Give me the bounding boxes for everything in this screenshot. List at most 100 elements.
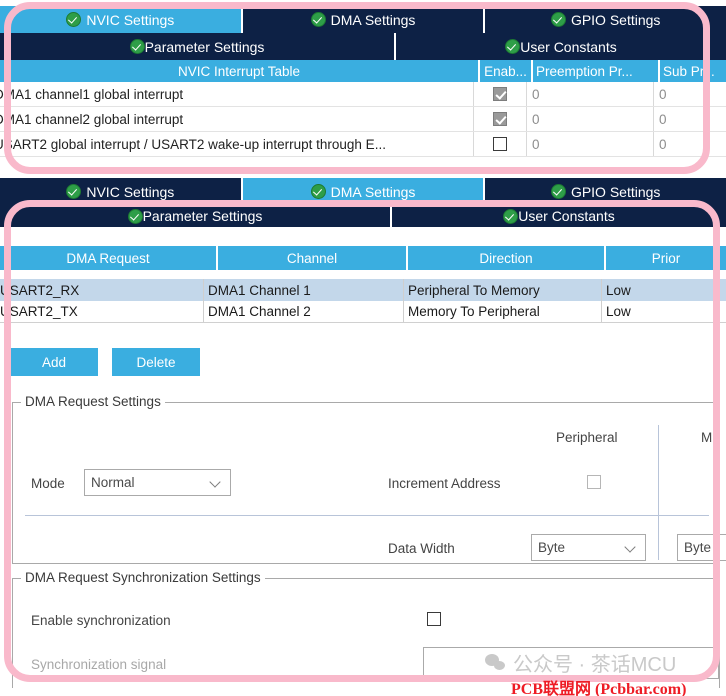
watermark-pcbbar: PCB联盟网 (Pcbbar.com) [511, 681, 687, 696]
row-divider [25, 515, 709, 516]
add-button[interactable]: Add [10, 348, 98, 376]
chevron-down-icon [625, 542, 637, 554]
tab-gpio-settings[interactable]: GPIO Settings [485, 6, 726, 33]
cell-preemption[interactable]: 0 [527, 82, 654, 106]
data-width-peripheral-value: Byte [538, 540, 566, 555]
dma-subtabbar: Parameter Settings User Constants [0, 205, 726, 227]
table-row[interactable]: DMA1 channel2 global interrupt 0 0 [0, 107, 726, 132]
check-circle-icon [550, 12, 566, 27]
watermark-wechat: 公众号 · 茶话MCU [485, 648, 676, 677]
delete-button[interactable]: Delete [112, 348, 200, 376]
check-circle-icon [550, 184, 566, 199]
cell-enabled[interactable] [474, 82, 527, 106]
label-memory: M [701, 430, 713, 445]
mode-select[interactable]: Normal [84, 469, 231, 496]
label-data-width: Data Width [388, 541, 455, 556]
check-circle-icon [505, 39, 521, 54]
subtab-label: User Constants [518, 208, 615, 224]
table-row[interactable]: USART2_RX DMA1 Channel 1 Peripheral To M… [0, 279, 726, 301]
tab-dma-settings[interactable]: DMA Settings [242, 6, 486, 33]
nvic-table-header: NVIC Interrupt Table Enab... Preemption … [0, 60, 726, 82]
check-circle-icon [129, 39, 145, 54]
group-title: DMA Request Synchronization Settings [21, 570, 265, 585]
column-header-priority[interactable]: Prior [606, 246, 726, 270]
tab-label: DMA Settings [330, 183, 416, 200]
nvic-interrupt-table: NVIC Interrupt Table Enab... Preemption … [0, 60, 726, 168]
table-row[interactable]: DMA1 channel1 global interrupt 0 0 [0, 82, 726, 107]
column-header-interrupt[interactable]: NVIC Interrupt Table [0, 60, 480, 82]
cell-priority: Low [606, 304, 631, 319]
check-circle-icon [310, 184, 326, 199]
checkbox-icon[interactable] [493, 112, 507, 126]
cell-priority: Low [606, 282, 631, 298]
screenshot-root: NVIC Settings DMA Settings GPIO Settings… [0, 0, 726, 696]
data-width-memory-value: Byte [684, 540, 712, 555]
tab-label: GPIO Settings [570, 183, 661, 200]
check-circle-icon [127, 208, 143, 224]
data-width-memory-select[interactable]: Byte [677, 534, 726, 561]
subtab-user-constants[interactable]: User Constants [390, 205, 726, 227]
cell-enabled[interactable] [474, 107, 527, 131]
cell-interrupt-name: USART2 global interrupt / USART2 wake-up… [0, 132, 474, 156]
cell-channel: DMA1 Channel 1 [204, 279, 404, 301]
dma-request-settings-group: DMA Request Settings Peripheral M Mode N… [12, 394, 726, 564]
group-title: DMA Request Settings [21, 394, 165, 409]
label-increment-address: Increment Address [388, 476, 501, 491]
column-header-dma-request[interactable]: DMA Request [0, 246, 218, 270]
tab-dma-settings[interactable]: DMA Settings [242, 178, 486, 205]
label-synchronization-signal: Synchronization signal [31, 657, 167, 672]
mode-value: Normal [91, 475, 135, 490]
label-mode: Mode [31, 476, 65, 491]
nvic-subtabbar: Parameter Settings User Constants [0, 33, 726, 60]
label-enable-synchronization: Enable synchronization [31, 613, 171, 628]
table-row[interactable]: USART2 global interrupt / USART2 wake-up… [0, 132, 726, 157]
dma-tabbar: NVIC Settings DMA Settings GPIO Settings [0, 178, 726, 205]
tab-label: GPIO Settings [570, 11, 661, 28]
subtab-parameter-settings[interactable]: Parameter Settings [0, 205, 390, 227]
subtab-label: Parameter Settings [142, 208, 263, 224]
nvic-tabbar: NVIC Settings DMA Settings GPIO Settings [0, 6, 726, 33]
column-header-enabled[interactable]: Enab... [480, 60, 533, 82]
checkbox-icon[interactable] [493, 137, 507, 151]
subtab-user-constants[interactable]: User Constants [394, 33, 726, 60]
cell-channel: DMA1 Channel 2 [204, 301, 404, 322]
column-header-direction[interactable]: Direction [408, 246, 606, 270]
table-spacer [0, 270, 726, 279]
check-circle-icon [310, 12, 326, 27]
tab-nvic-settings[interactable]: NVIC Settings [0, 178, 243, 205]
tab-label: DMA Settings [330, 11, 416, 28]
watermark-text: 公众号 · 茶话MCU [513, 654, 677, 676]
tab-gpio-settings[interactable]: GPIO Settings [485, 178, 726, 205]
cell-interrupt-name: DMA1 channel2 global interrupt [0, 107, 474, 131]
dma-table-header: DMA Request Channel Direction Prior [0, 246, 726, 270]
wechat-icon [485, 653, 507, 672]
subtab-label: Parameter Settings [144, 38, 265, 55]
data-width-peripheral-select[interactable]: Byte [531, 534, 646, 561]
tab-label: NVIC Settings [86, 11, 175, 28]
subtab-parameter-settings[interactable]: Parameter Settings [0, 33, 394, 60]
column-header-preemption[interactable]: Preemption Pr... [533, 60, 660, 82]
column-header-channel[interactable]: Channel [218, 246, 408, 270]
cell-enabled[interactable] [474, 132, 527, 156]
column-header-subpriority[interactable]: Sub Pr... [660, 60, 726, 82]
check-circle-icon [66, 12, 82, 27]
tab-label: NVIC Settings [86, 183, 175, 200]
cell-subpriority[interactable]: 0 [654, 107, 720, 131]
cell-direction: Peripheral To Memory [404, 279, 602, 301]
dma-request-table: DMA Request Channel Direction Prior USAR… [0, 246, 726, 323]
cell-preemption[interactable]: 0 [527, 107, 654, 131]
cell-dma-request: USART2_RX [0, 279, 204, 301]
cell-preemption[interactable]: 0 [527, 132, 654, 156]
subtab-label: User Constants [520, 38, 617, 55]
cell-dma-request: USART2_TX [0, 301, 204, 322]
enable-synchronization-checkbox[interactable] [427, 612, 441, 626]
cell-subpriority[interactable]: 0 [654, 132, 720, 156]
table-row[interactable]: USART2_TX DMA1 Channel 2 Memory To Perip… [0, 301, 726, 323]
cell-direction: Memory To Peripheral [404, 301, 602, 322]
chevron-down-icon [210, 477, 222, 489]
tab-nvic-settings[interactable]: NVIC Settings [0, 6, 243, 33]
cell-subpriority[interactable]: 0 [654, 82, 720, 106]
check-circle-icon [503, 208, 519, 224]
increment-peripheral-checkbox[interactable] [587, 475, 601, 489]
checkbox-icon[interactable] [493, 87, 507, 101]
